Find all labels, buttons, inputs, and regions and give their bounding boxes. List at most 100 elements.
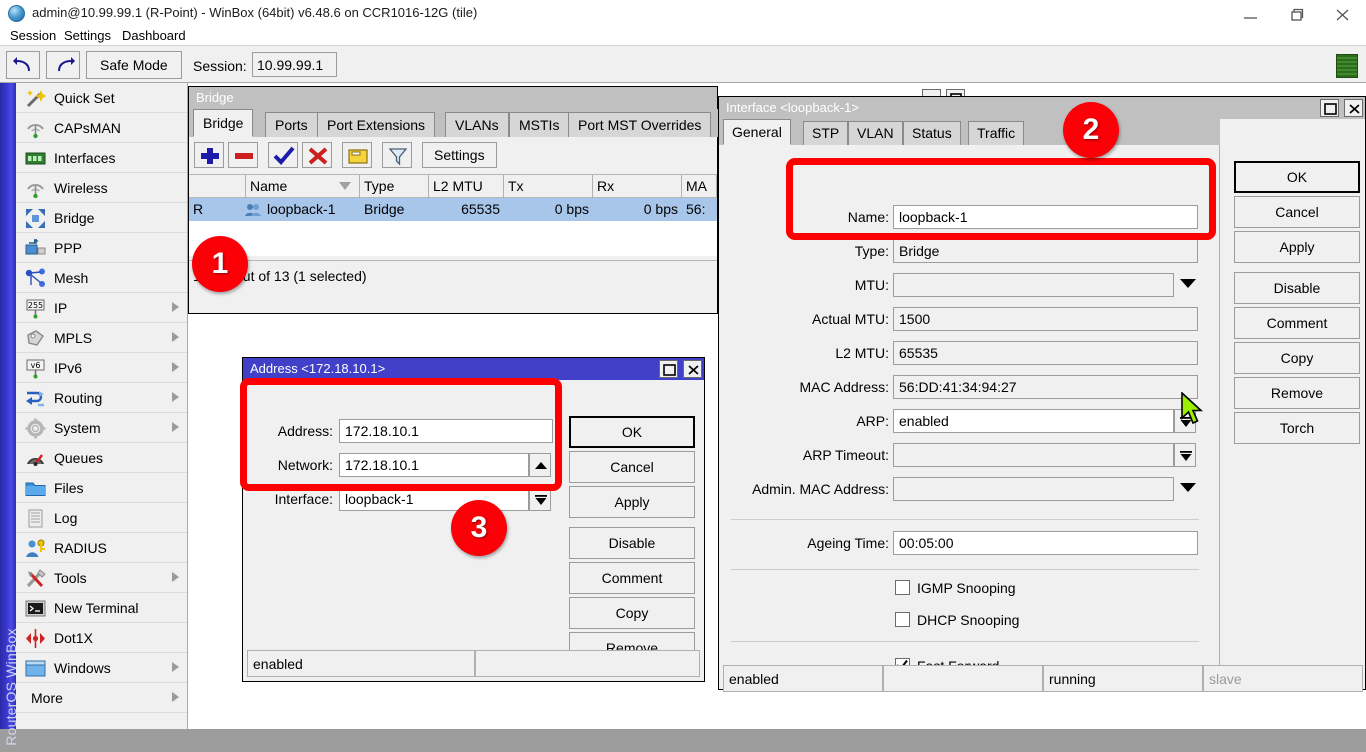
sidebar-item-queues[interactable]: Queues xyxy=(16,443,187,473)
sidebar-item-ppp[interactable]: PPP xyxy=(16,233,187,263)
interface-torch-button[interactable]: Torch xyxy=(1234,412,1360,444)
interface-remove-button[interactable]: Remove xyxy=(1234,377,1360,409)
sidebar-item-files[interactable]: Files xyxy=(16,473,187,503)
address-copy-button[interactable]: Copy xyxy=(569,597,695,629)
close-icon[interactable] xyxy=(1320,0,1366,27)
address-disable-button[interactable]: Disable xyxy=(569,527,695,559)
funnel-icon[interactable] xyxy=(382,142,412,168)
interface-comment-button[interactable]: Comment xyxy=(1234,307,1360,339)
session-value[interactable]: 10.99.99.1 xyxy=(252,52,337,77)
cell-name: loopback-1 xyxy=(263,198,360,221)
table-row[interactable]: R loopback-1 Bridge 65535 0 bps 0 bps 56… xyxy=(189,198,717,221)
dhcp-snooping-checkbox[interactable] xyxy=(895,612,910,627)
interface-disable-button[interactable]: Disable xyxy=(1234,272,1360,304)
address-input[interactable]: 172.18.10.1 xyxy=(339,419,553,443)
sidebar-item-windows[interactable]: Windows xyxy=(16,653,187,683)
address-close-icon[interactable] xyxy=(683,360,702,378)
tab-vlans[interactable]: VLANs xyxy=(445,112,509,137)
admin-mac-dropdown-icon[interactable] xyxy=(1180,483,1196,492)
address-ok-button[interactable]: OK xyxy=(569,416,695,448)
tab-port-mst-overrides[interactable]: Port MST Overrides xyxy=(568,112,711,137)
tab-stp[interactable]: STP xyxy=(803,121,848,145)
sidebar-item-dot1x[interactable]: Dot1X xyxy=(16,623,187,653)
address-maximize-icon[interactable] xyxy=(659,360,678,378)
sidebar-item-capsman[interactable]: CAPsMAN xyxy=(16,113,187,143)
actual-mtu-value: 1500 xyxy=(893,307,1198,331)
tab-general[interactable]: General xyxy=(723,119,791,145)
arp-timeout-input[interactable] xyxy=(893,443,1174,467)
sidebar-item-more[interactable]: More xyxy=(16,683,187,713)
sidebar-item-tools[interactable]: Tools xyxy=(16,563,187,593)
mtu-dropdown-icon[interactable] xyxy=(1180,279,1196,288)
name-input[interactable]: loopback-1 xyxy=(893,205,1198,229)
interface-general-form: Name: loopback-1 Type: Bridge MTU: Actua… xyxy=(719,145,1220,689)
col-tx[interactable]: Tx xyxy=(504,175,593,198)
arp-dropdown-icon[interactable] xyxy=(1174,409,1196,433)
interface-dropdown-icon[interactable] xyxy=(529,487,551,511)
comment-note-icon[interactable] xyxy=(342,142,372,168)
interface-cancel-button[interactable]: Cancel xyxy=(1234,196,1360,228)
menu-item-dashboard[interactable]: Dashboard xyxy=(118,27,190,45)
address-cancel-button[interactable]: Cancel xyxy=(569,451,695,483)
col-l2mtu[interactable]: L2 MTU xyxy=(429,175,504,198)
tab-ports[interactable]: Ports xyxy=(265,112,318,137)
check-icon[interactable] xyxy=(268,142,298,168)
address-apply-button[interactable]: Apply xyxy=(569,486,695,518)
interface-maximize-icon[interactable] xyxy=(1320,99,1339,117)
menu-item-session[interactable]: Session xyxy=(6,27,60,45)
sidebar-item-system[interactable]: System xyxy=(16,413,187,443)
menu-item-settings[interactable]: Settings xyxy=(60,27,115,45)
admin-mac-input[interactable] xyxy=(893,477,1174,501)
divider-2 xyxy=(731,569,1199,570)
sidebar-item-mesh[interactable]: Mesh xyxy=(16,263,187,293)
interface-ok-button[interactable]: OK xyxy=(1234,161,1360,193)
col-flag[interactable] xyxy=(189,175,246,198)
wand-icon xyxy=(25,88,46,109)
restore-icon[interactable] xyxy=(1274,0,1320,27)
bridge-settings-button[interactable]: Settings xyxy=(422,142,497,168)
sidebar-item-label: RADIUS xyxy=(54,538,107,558)
mtu-input[interactable] xyxy=(893,273,1174,297)
interface-copy-button[interactable]: Copy xyxy=(1234,342,1360,374)
safe-mode-button[interactable]: Safe Mode xyxy=(86,51,182,79)
name-field-label: Name: xyxy=(779,205,889,229)
tab-port-extensions[interactable]: Port Extensions xyxy=(317,112,435,137)
redo-arrow-icon[interactable] xyxy=(46,51,80,79)
col-type[interactable]: Type xyxy=(360,175,429,198)
sidebar-item-quick-set[interactable]: Quick Set xyxy=(16,83,187,113)
col-rx[interactable]: Rx xyxy=(593,175,682,198)
ageing-time-input[interactable]: 00:05:00 xyxy=(893,531,1198,555)
col-mac[interactable]: MA xyxy=(682,175,717,198)
arp-timeout-dropdown-icon[interactable] xyxy=(1174,443,1196,467)
tab-traffic[interactable]: Traffic xyxy=(968,121,1024,145)
tab-bridge[interactable]: Bridge xyxy=(193,109,253,137)
undo-arrow-icon[interactable] xyxy=(6,51,40,79)
minus-icon[interactable] xyxy=(228,142,258,168)
sidebar-item-bridge[interactable]: Bridge xyxy=(16,203,187,233)
sidebar-item-routing[interactable]: Routing xyxy=(16,383,187,413)
sidebar-item-mpls[interactable]: MPLS xyxy=(16,323,187,353)
tab-vlan[interactable]: VLAN xyxy=(848,121,903,145)
address-comment-button[interactable]: Comment xyxy=(569,562,695,594)
interface-close-icon[interactable] xyxy=(1344,99,1363,117)
interface-apply-button[interactable]: Apply xyxy=(1234,231,1360,263)
arp-input[interactable]: enabled xyxy=(893,409,1174,433)
annotation-badge-3: 3 xyxy=(451,500,507,556)
plus-icon[interactable] xyxy=(194,142,224,168)
minimize-icon[interactable] xyxy=(1228,0,1274,27)
interface-input[interactable]: loopback-1 xyxy=(339,487,529,511)
sidebar-item-wireless[interactable]: Wireless xyxy=(16,173,187,203)
tab-status[interactable]: Status xyxy=(903,121,961,145)
sidebar-item-new-terminal[interactable]: New Terminal xyxy=(16,593,187,623)
sidebar-item-interfaces[interactable]: Interfaces xyxy=(16,143,187,173)
sidebar-item-log[interactable]: Log xyxy=(16,503,187,533)
sidebar-item-ipv6[interactable]: v6IPv6 xyxy=(16,353,187,383)
sidebar-item-ip[interactable]: 255IP xyxy=(16,293,187,323)
cross-icon[interactable] xyxy=(302,142,332,168)
tab-mstis[interactable]: MSTIs xyxy=(509,112,569,137)
igmp-snooping-checkbox[interactable] xyxy=(895,580,910,595)
network-spinner-up[interactable] xyxy=(529,453,551,477)
sidebar-item-radius[interactable]: RADIUS xyxy=(16,533,187,563)
interface-window-body: General STP VLAN Status Traffic Name: lo… xyxy=(719,119,1365,689)
network-input[interactable]: 172.18.10.1 xyxy=(339,453,529,477)
